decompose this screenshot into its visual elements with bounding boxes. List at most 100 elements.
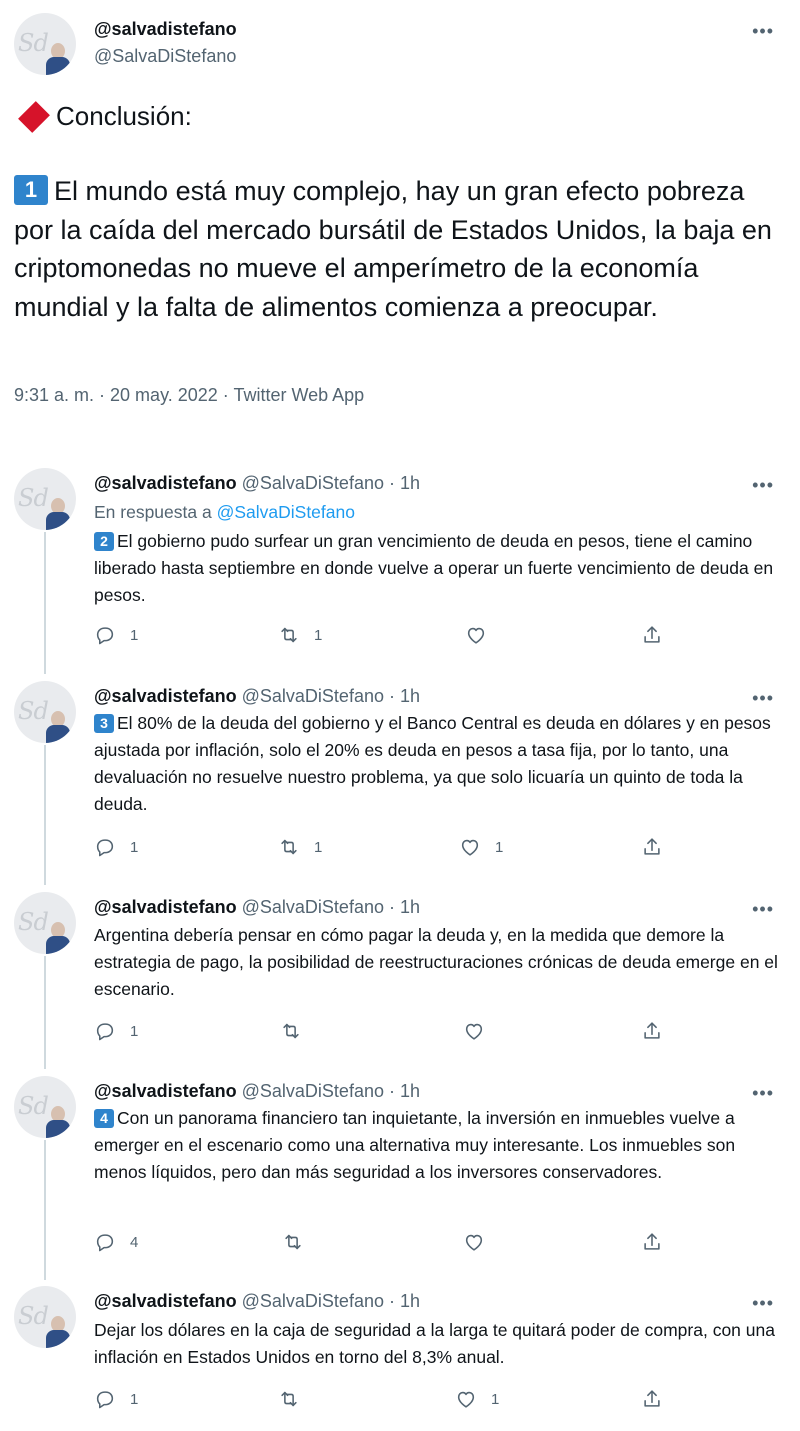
user-handle[interactable]: @SalvaDiStefano: [94, 46, 236, 67]
share-button[interactable]: [641, 624, 663, 646]
reply-icon: [94, 1388, 116, 1410]
keycap-number-icon: 4: [94, 1108, 114, 1128]
reply-button[interactable]: 1: [94, 836, 138, 858]
display-name[interactable]: @salvadistefano: [94, 897, 237, 917]
avatar[interactable]: Sd: [14, 681, 76, 743]
reply-button[interactable]: 4: [94, 1231, 138, 1253]
user-handle[interactable]: @SalvaDiStefano · 1h: [242, 473, 420, 493]
like-count: 1: [491, 1390, 500, 1408]
retweet-button[interactable]: [278, 1388, 314, 1410]
retweet-button[interactable]: 1: [278, 836, 322, 858]
share-icon: [641, 1020, 663, 1042]
tweet-actions: 4: [94, 1231, 674, 1257]
retweet-icon: [282, 1231, 304, 1253]
like-button[interactable]: 1: [455, 1388, 499, 1410]
reply-icon: [94, 1231, 116, 1253]
reply-icon: [94, 624, 116, 646]
retweet-count: 1: [314, 626, 323, 644]
tweet-text: Dejar los dólares en la caja de segurida…: [94, 1317, 784, 1371]
more-icon[interactable]: •••: [752, 22, 774, 40]
display-name[interactable]: @salvadistefano: [94, 686, 237, 706]
heart-icon: [465, 624, 487, 646]
tweet-text: 4 Con un panorama financiero tan inquieta…: [94, 1105, 784, 1186]
like-button[interactable]: [463, 1020, 499, 1042]
thread-line: [44, 532, 46, 674]
reply-icon: [94, 1020, 116, 1042]
share-button[interactable]: [641, 1231, 663, 1253]
share-icon: [641, 1388, 663, 1410]
heart-icon: [463, 1231, 485, 1253]
keycap-number-icon: 3: [94, 713, 114, 733]
display-name[interactable]: @salvadistefano: [94, 19, 237, 40]
tweet-body: Con un panorama financiero tan inquietan…: [94, 1108, 736, 1182]
tweet-body: El mundo está muy complejo, hay un gran …: [14, 176, 772, 322]
more-icon[interactable]: •••: [752, 689, 774, 707]
share-icon: [641, 624, 663, 646]
reply-to-prefix: En respuesta a: [94, 502, 217, 522]
avatar[interactable]: Sd: [14, 1076, 76, 1138]
share-button[interactable]: [641, 836, 663, 858]
keycap-number-icon: 1: [14, 174, 48, 205]
tweet-actions: 11: [94, 1388, 674, 1414]
user-handle[interactable]: @SalvaDiStefano · 1h: [242, 1081, 420, 1101]
like-button[interactable]: [465, 624, 501, 646]
tweet-header: @salvadistefano @SalvaDiStefano · 1h: [94, 1291, 420, 1312]
reply-count: 1: [130, 1390, 139, 1408]
retweet-button[interactable]: [282, 1231, 318, 1253]
reply-count: 1: [130, 838, 139, 856]
share-button[interactable]: [641, 1388, 663, 1410]
retweet-icon: [280, 1020, 302, 1042]
reply-to-mention[interactable]: @SalvaDiStefano: [217, 502, 355, 522]
more-icon[interactable]: •••: [752, 1294, 774, 1312]
user-handle[interactable]: @SalvaDiStefano · 1h: [242, 897, 420, 917]
more-icon[interactable]: •••: [752, 900, 774, 918]
retweet-button[interactable]: [280, 1020, 316, 1042]
like-button[interactable]: 1: [459, 836, 503, 858]
retweet-button[interactable]: 1: [278, 624, 322, 646]
tweet-header: @salvadistefano @SalvaDiStefano · 1h: [94, 897, 420, 918]
more-icon[interactable]: •••: [752, 476, 774, 494]
tweet-body: Argentina debería pensar en cómo pagar l…: [94, 925, 778, 999]
display-name[interactable]: @salvadistefano: [94, 1291, 237, 1311]
reply-count: 1: [130, 626, 139, 644]
user-handle[interactable]: @SalvaDiStefano · 1h: [242, 1291, 420, 1311]
user-handle[interactable]: @SalvaDiStefano · 1h: [242, 686, 420, 706]
avatar[interactable]: Sd: [14, 892, 76, 954]
share-button[interactable]: [641, 1020, 663, 1042]
reply-count: 4: [130, 1233, 139, 1251]
avatar[interactable]: Sd: [14, 13, 76, 75]
tweet-text: 1 El mundo está muy complejo, hay un gran…: [14, 172, 774, 326]
avatar[interactable]: Sd: [14, 1286, 76, 1348]
retweet-icon: [278, 1388, 300, 1410]
reply-count: 1: [130, 1022, 139, 1040]
tweet-text: 3 El 80% de la deuda del gobierno y el Ba…: [94, 710, 784, 818]
thread-line: [44, 745, 46, 885]
display-name[interactable]: @salvadistefano: [94, 1081, 237, 1101]
heart-icon: [455, 1388, 477, 1410]
reply-icon: [94, 836, 116, 858]
retweet-count: 1: [314, 838, 323, 856]
tweet-body: El 80% de la deuda del gobierno y el Ban…: [94, 713, 771, 814]
red-diamond-icon: [18, 100, 50, 133]
tweet-actions: 1: [94, 1020, 674, 1046]
reply-to-line: En respuesta a @SalvaDiStefano: [94, 502, 355, 523]
more-icon[interactable]: •••: [752, 1084, 774, 1102]
heart-icon: [463, 1020, 485, 1042]
reply-button[interactable]: 1: [94, 1020, 138, 1042]
display-name[interactable]: @salvadistefano: [94, 473, 237, 493]
tweet-meta[interactable]: 9:31 a. m. · 20 may. 2022 · Twitter Web …: [14, 385, 364, 406]
tweet-text: Argentina debería pensar en cómo pagar l…: [94, 922, 784, 1003]
reply-button[interactable]: 1: [94, 624, 138, 646]
retweet-icon: [278, 836, 300, 858]
reply-button[interactable]: 1: [94, 1388, 138, 1410]
tweet-header: @salvadistefano @SalvaDiStefano · 1h: [94, 473, 420, 494]
thread-line: [44, 1140, 46, 1280]
heart-icon: [459, 836, 481, 858]
tweet-body: El gobierno pudo surfear un gran vencimi…: [94, 531, 774, 605]
tweet-actions: 11: [94, 624, 674, 650]
tweet-actions: 1 1 1: [94, 836, 674, 862]
retweet-icon: [278, 624, 300, 646]
avatar[interactable]: Sd: [14, 468, 76, 530]
like-button[interactable]: [463, 1231, 499, 1253]
share-icon: [641, 1231, 663, 1253]
